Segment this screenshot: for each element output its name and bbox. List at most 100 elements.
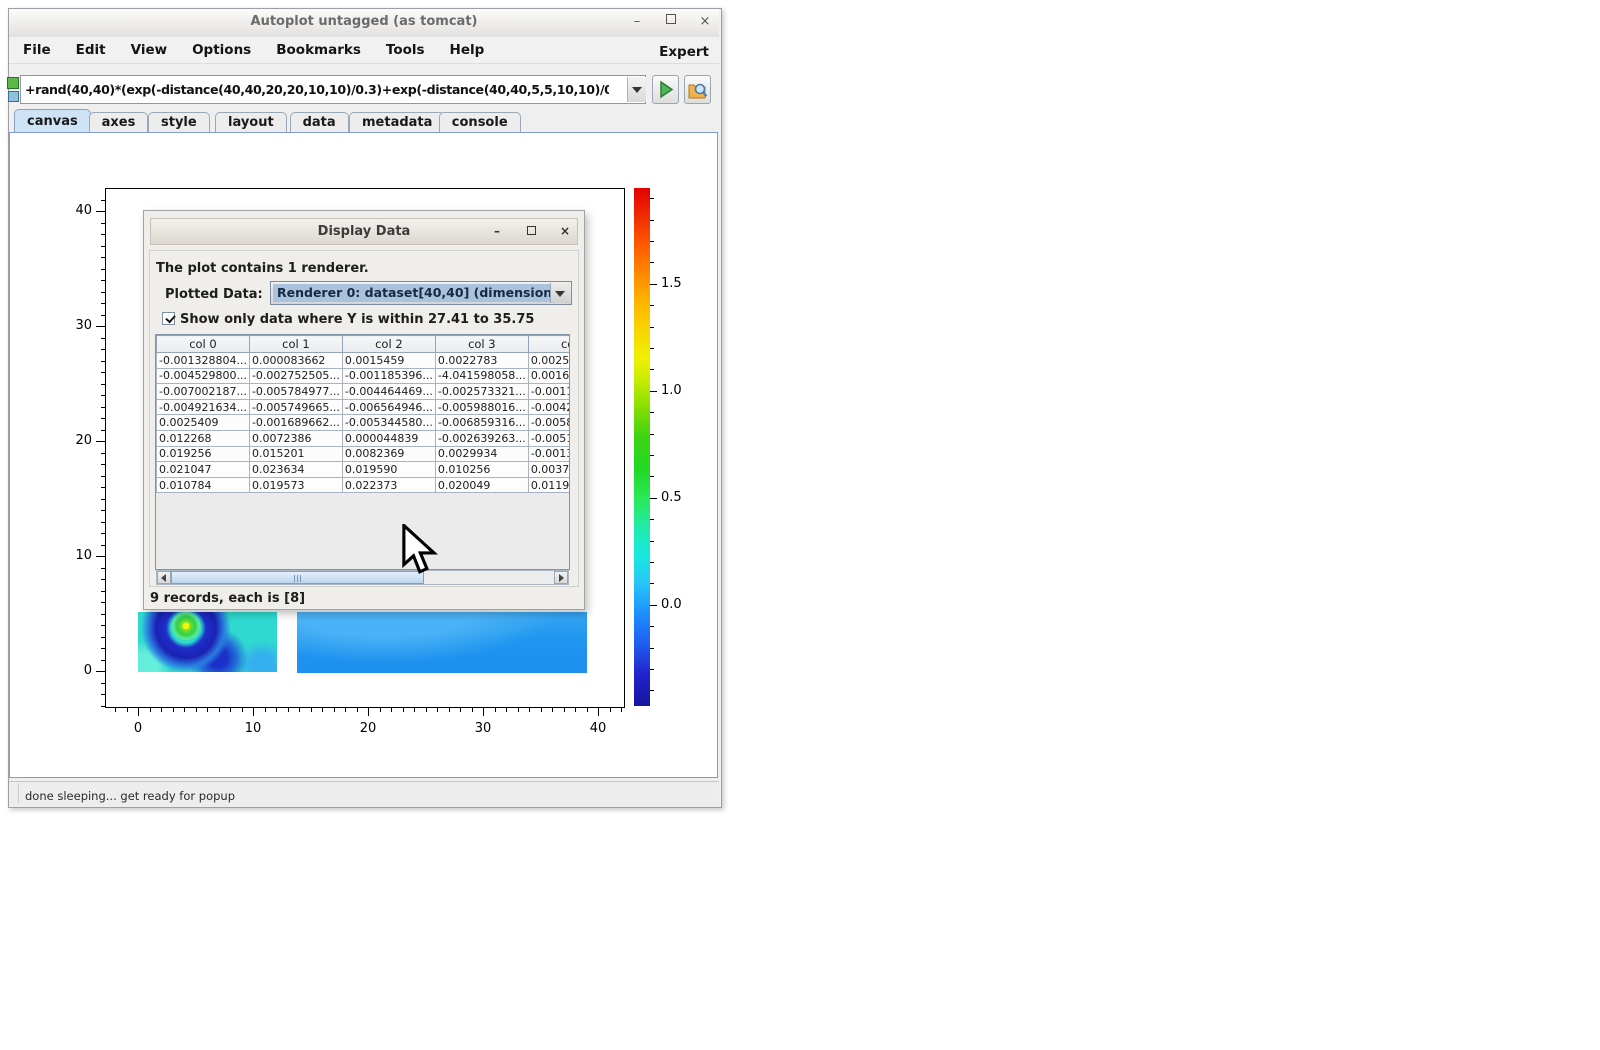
table-cell: -0.005784977... — [249, 384, 342, 400]
maximize-box-icon — [666, 14, 676, 24]
dialog-maximize-icon[interactable] — [523, 223, 539, 239]
table-cell: -0.004921634... — [157, 399, 250, 415]
table-row[interactable]: -0.004921634...-0.005749665...-0.0065649… — [157, 399, 571, 415]
table-cell: 0.012268 — [157, 430, 250, 446]
tab-metadata[interactable]: metadata — [349, 112, 445, 133]
x-tick — [460, 708, 461, 712]
table-cell: -0.002752505... — [249, 368, 342, 384]
colorbar-tick — [650, 690, 654, 691]
colorbar-tick — [650, 198, 654, 199]
table-cell: -0.005146240... — [528, 430, 570, 446]
tab-console[interactable]: console — [439, 112, 521, 133]
window-close-icon[interactable]: × — [696, 13, 714, 31]
y-tick-label: 30 — [60, 318, 92, 333]
tab-data[interactable]: data — [290, 112, 349, 133]
colorbar — [634, 188, 650, 706]
table-row[interactable]: 0.0025409-0.001689662...-0.005344580...-… — [157, 415, 571, 431]
table-row[interactable]: 0.0192560.0152010.00823690.0029934-0.001… — [157, 446, 571, 462]
column-header[interactable]: col 4 — [528, 336, 570, 353]
uri-dropdown-button[interactable] — [627, 77, 646, 102]
y-tick — [101, 246, 105, 247]
colorbar-tick — [650, 327, 654, 328]
scroll-left-button[interactable] — [157, 571, 171, 584]
y-tick — [101, 648, 105, 649]
tab-axes[interactable]: axes — [89, 112, 149, 133]
table-cell: 0.015201 — [249, 446, 342, 462]
y-tick — [101, 280, 105, 281]
tab-canvas[interactable]: canvas — [14, 109, 91, 133]
colorbar-tick — [650, 626, 654, 627]
x-tick — [564, 708, 565, 712]
colorbar-tick — [650, 476, 654, 477]
table-cell: 0.019573 — [249, 477, 342, 493]
window-minimize-icon[interactable]: – — [628, 13, 646, 31]
x-tick — [552, 708, 553, 712]
filter-checkbox[interactable] — [162, 312, 175, 325]
table-row[interactable]: 0.0122680.00723860.000044839-0.002639263… — [157, 430, 571, 446]
y-tick — [101, 338, 105, 339]
column-header[interactable]: col 3 — [435, 336, 528, 353]
y-tick — [101, 384, 105, 385]
colorbar-tick — [650, 648, 654, 649]
column-header[interactable]: col 2 — [342, 336, 435, 353]
y-tick — [96, 441, 105, 442]
plotted-data-value: Renderer 0: dataset[40,40] (dimension... — [273, 284, 550, 302]
table-row[interactable]: 0.0107840.0195730.0223730.0200490.011997… — [157, 477, 571, 493]
table-cell: -0.001199077... — [528, 384, 570, 400]
x-tick — [518, 708, 519, 712]
x-tick-label: 40 — [583, 721, 613, 736]
combobox-dropdown-button[interactable] — [550, 283, 570, 303]
y-tick — [101, 683, 105, 684]
table-cell: -0.004294298... — [528, 399, 570, 415]
colorbar-tick — [650, 241, 654, 242]
tab-style[interactable]: style — [148, 112, 210, 133]
x-tick — [414, 708, 415, 712]
table-cell: 0.0029934 — [435, 446, 528, 462]
scroll-right-button[interactable] — [554, 571, 568, 584]
x-tick — [426, 708, 427, 712]
table-row[interactable]: -0.007002187...-0.005784977...-0.0044644… — [157, 384, 571, 400]
x-tick — [380, 708, 381, 712]
colorbar-tick — [650, 498, 657, 499]
window-title: Autoplot untagged (as tomcat) — [9, 14, 719, 29]
y-tick — [101, 602, 105, 603]
plotted-data-combobox[interactable]: Renderer 0: dataset[40,40] (dimension... — [270, 281, 572, 305]
tab-layout[interactable]: layout — [215, 112, 287, 133]
x-tick-label: 10 — [238, 721, 268, 736]
colorbar-tick — [650, 262, 654, 263]
uri-input[interactable] — [23, 77, 611, 102]
table-row[interactable]: 0.0210470.0236340.0195900.0102560.003772… — [157, 462, 571, 478]
x-tick — [242, 708, 243, 712]
status-message: done sleeping... get ready for popup — [25, 789, 235, 803]
x-tick — [495, 708, 496, 712]
inspect-uri-button[interactable] — [684, 75, 711, 104]
y-tick — [101, 625, 105, 626]
y-tick — [101, 395, 105, 396]
dialog-close-icon[interactable]: × — [557, 223, 573, 239]
column-header[interactable]: col 1 — [249, 336, 342, 353]
x-tick — [391, 708, 392, 712]
table-cell: -0.007002187... — [157, 384, 250, 400]
data-table-viewport[interactable]: col 0col 1col 2col 3col 4 -0.001328804..… — [155, 334, 570, 570]
go-button[interactable] — [652, 75, 679, 104]
x-tick — [161, 708, 162, 712]
plot-indicator-green-icon — [7, 77, 19, 89]
table-cell: 0.000083662 — [249, 353, 342, 369]
column-header[interactable]: col 0 — [157, 336, 250, 353]
x-tick — [449, 708, 450, 712]
window-maximize-icon[interactable] — [662, 13, 680, 31]
x-tick — [334, 708, 335, 712]
table-cell: 0.011997 — [528, 477, 570, 493]
dialog-minimize-icon[interactable]: – — [489, 223, 505, 239]
table-row[interactable]: -0.001328804...0.0000836620.00154590.002… — [157, 353, 571, 369]
y-tick — [101, 545, 105, 546]
records-summary: 9 records, each is [8] — [150, 591, 305, 606]
y-tick — [101, 361, 105, 362]
x-tick — [115, 708, 116, 712]
expert-mode-toggle[interactable]: Expert — [9, 44, 709, 60]
colorbar-tick — [650, 305, 654, 306]
table-row[interactable]: -0.004529800...-0.002752505...-0.0011853… — [157, 368, 571, 384]
scrollbar-thumb[interactable] — [171, 571, 424, 584]
grip-icon — [294, 575, 302, 582]
horizontal-scrollbar[interactable] — [156, 570, 569, 585]
